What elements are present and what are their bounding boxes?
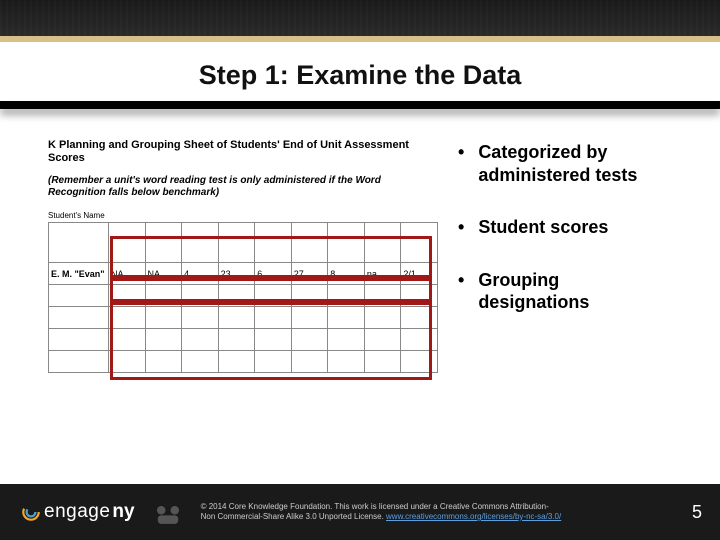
score-cell: 27 — [291, 263, 328, 285]
footer-bar: engageny © 2014 Core Knowledge Foundatio… — [0, 484, 720, 540]
header-cell — [49, 223, 109, 263]
page-number: 5 — [692, 502, 702, 523]
header-cell — [145, 223, 182, 263]
table-header-row — [49, 223, 438, 263]
bullet-text: Grouping designations — [478, 269, 672, 314]
header-cell — [364, 223, 401, 263]
license-line2: Non Commercial-Share Alike 3.0 Unported … — [201, 512, 386, 521]
bullet-item: • Categorized by administered tests — [458, 141, 672, 186]
bullet-item: • Grouping designations — [458, 269, 672, 314]
slide-title: Step 1: Examine the Data — [0, 60, 720, 91]
license-line1: © 2014 Core Knowledge Foundation. This w… — [201, 502, 549, 511]
blackboard-banner — [0, 0, 720, 42]
score-cell: 6 — [255, 263, 292, 285]
score-cell: 2/1 — [401, 263, 438, 285]
title-wrap: Step 1: Examine the Data — [0, 42, 720, 101]
score-cell: 4 — [182, 263, 219, 285]
student-name-cell: E. M. "Evan" — [49, 263, 109, 285]
bullet-dot-icon: • — [458, 269, 464, 314]
header-cell — [182, 223, 219, 263]
header-cell — [109, 223, 146, 263]
bullet-item: • Student scores — [458, 216, 672, 239]
license-text: © 2014 Core Knowledge Foundation. This w… — [201, 502, 676, 522]
bullet-text: Categorized by administered tests — [478, 141, 672, 186]
table-row — [49, 329, 438, 351]
header-cell — [255, 223, 292, 263]
header-cell — [401, 223, 438, 263]
header-cell — [218, 223, 255, 263]
header-cell — [328, 223, 365, 263]
score-cell: 8 — [328, 263, 365, 285]
header-cell — [291, 223, 328, 263]
engage-swirl-icon — [20, 501, 42, 523]
title-underline — [0, 101, 720, 109]
table-area: E. M. "Evan" NA NA 4 23 6 27 8 na 2/1 — [48, 222, 438, 402]
bullet-text: Student scores — [478, 216, 608, 239]
table-row — [49, 351, 438, 373]
content-area: K Planning and Grouping Sheet of Student… — [0, 109, 720, 402]
sheet-note: (Remember a unit's word reading test is … — [48, 175, 438, 199]
score-cell: NA — [109, 263, 146, 285]
score-cell: NA — [145, 263, 182, 285]
datasheet-panel: K Planning and Grouping Sheet of Student… — [48, 139, 438, 402]
score-cell: na — [364, 263, 401, 285]
brand-ny: ny — [112, 501, 134, 523]
bullet-dot-icon: • — [458, 141, 464, 186]
bullet-dot-icon: • — [458, 216, 464, 239]
table-row — [49, 285, 438, 307]
score-cell: 23 — [218, 263, 255, 285]
license-link[interactable]: www.creativecommons.org/licenses/by-nc-s… — [386, 512, 561, 521]
sheet-heading: K Planning and Grouping Sheet of Student… — [48, 139, 438, 165]
engageny-logo: engageny — [20, 501, 135, 523]
bullets-panel: • Categorized by administered tests • St… — [458, 139, 672, 402]
table-row — [49, 307, 438, 329]
core-knowledge-logo-icon — [151, 495, 185, 529]
table-row: E. M. "Evan" NA NA 4 23 6 27 8 na 2/1 — [49, 263, 438, 285]
brand-engage: engage — [44, 501, 110, 523]
students-name-label: Student's Name — [48, 211, 438, 220]
score-table: E. M. "Evan" NA NA 4 23 6 27 8 na 2/1 — [48, 222, 438, 373]
